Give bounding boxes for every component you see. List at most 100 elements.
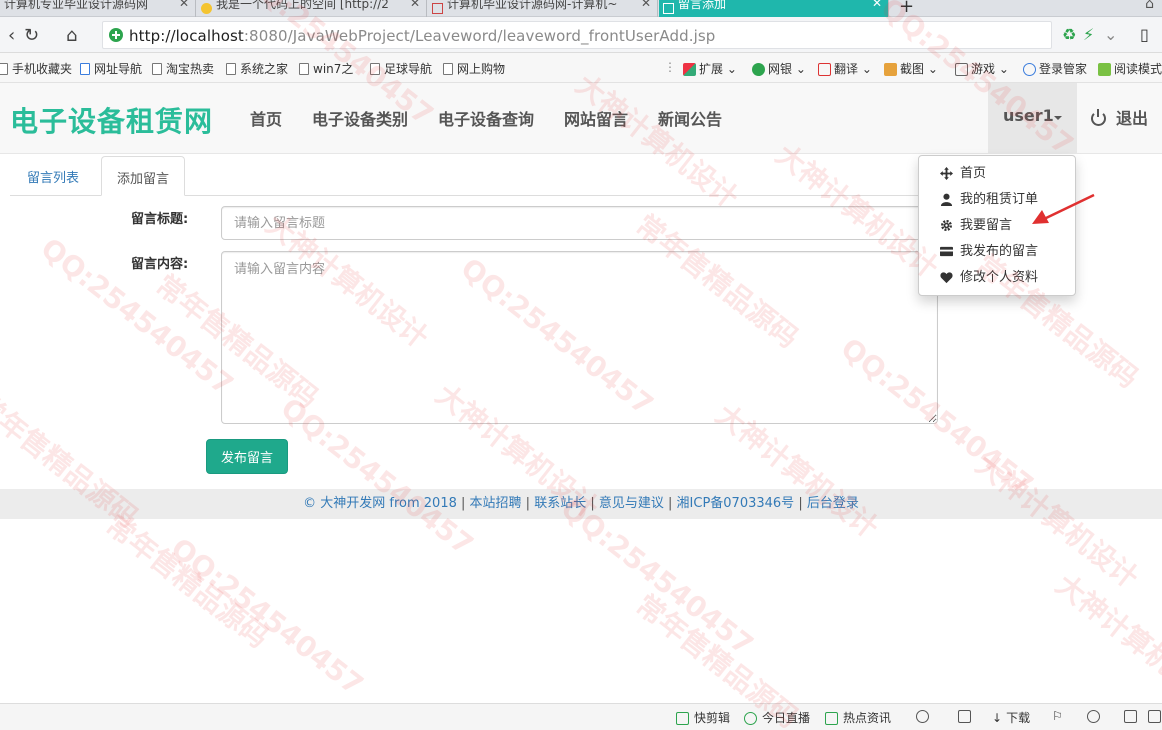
dropdown-item-home[interactable]: 首页: [919, 161, 1075, 187]
footer-link[interactable]: 湘ICP备0703346号: [677, 496, 795, 511]
refresh-green-icon[interactable]: ♻: [1062, 25, 1076, 44]
url-input[interactable]: http://localhost:8080/JavaWebProject/Lea…: [102, 21, 1052, 49]
bookmark-item[interactable]: 网址导航: [80, 60, 142, 77]
news-icon: [825, 712, 838, 725]
tab-label: 计算机专业毕业设计源码网: [4, 0, 149, 11]
user-menu-toggle[interactable]: user1: [988, 83, 1077, 154]
reload-icon[interactable]: ↻: [24, 25, 39, 46]
page-icon: [80, 63, 90, 75]
phone-icon[interactable]: ▯: [1140, 25, 1149, 44]
nav-news[interactable]: 新闻公告: [658, 106, 722, 130]
bookmark-item[interactable]: 手机收藏夹: [0, 60, 72, 77]
browser-tab-active[interactable]: 留言添加 ✕: [659, 0, 889, 17]
pin-icon: [958, 710, 971, 723]
footer-link[interactable]: 联系站长: [534, 496, 586, 511]
lightning-icon[interactable]: ⚡: [1083, 25, 1094, 44]
window-icon: [1124, 710, 1137, 723]
user-dropdown-menu: 首页 我的租赁订单 我要留言 我发布的留言 修改个人资料: [918, 155, 1076, 296]
statusbar-download[interactable]: ↓ 下载: [992, 709, 1030, 726]
book-icon: [1098, 63, 1111, 76]
page-icon: [432, 3, 443, 14]
bookmark-login[interactable]: 登录管家: [1023, 60, 1087, 77]
close-icon[interactable]: ✕: [410, 0, 420, 9]
footer-link[interactable]: 意见与建议: [599, 496, 664, 511]
content-label: 留言内容:: [131, 257, 189, 272]
title-input[interactable]: [221, 206, 938, 240]
statusbar-news[interactable]: 热点资讯: [825, 709, 891, 726]
bookmark-item[interactable]: 淘宝热卖: [152, 60, 214, 77]
nav-device-search[interactable]: 电子设备查询: [438, 106, 534, 130]
panel-icon: [1148, 710, 1161, 723]
back-icon[interactable]: ‹: [8, 25, 15, 46]
flag-icon: ⚐: [1052, 709, 1063, 723]
browser-tab[interactable]: 计算机毕业设计源码网-计算机~ ✕: [428, 0, 658, 17]
close-icon[interactable]: ✕: [179, 0, 189, 9]
tab-message-list[interactable]: 留言列表: [12, 156, 94, 196]
statusbar-window[interactable]: [1124, 709, 1142, 723]
statusbar-refresh[interactable]: [916, 709, 934, 723]
bookmark-screenshot[interactable]: 截图 ⌄: [884, 60, 938, 77]
extension-icon: [683, 63, 696, 76]
watermark-text: 大神计算机设计: [969, 447, 1145, 595]
browser-tab[interactable]: 我是一个代码上的空间 [http://2 ✕: [197, 0, 427, 17]
more-icon[interactable]: ⋮: [664, 60, 676, 74]
close-icon[interactable]: ✕: [872, 0, 882, 9]
statusbar-pin[interactable]: [958, 709, 976, 723]
move-icon: [940, 167, 953, 180]
star-icon: [201, 3, 212, 14]
download-icon: ↓: [992, 711, 1003, 725]
footer-link[interactable]: 后台登录: [807, 496, 859, 511]
statusbar-flag[interactable]: ⚐: [1052, 709, 1063, 723]
page-icon: [299, 63, 309, 75]
bookmark-translate[interactable]: 翻译 ⌄: [818, 60, 872, 77]
red-arrow-annotation: [1032, 193, 1095, 224]
bookmark-item[interactable]: win7之: [299, 60, 353, 77]
site-navbar: 电子设备租赁网 首页 电子设备类别 电子设备查询 网站留言 新闻公告 user1…: [0, 83, 1162, 154]
username: user1: [1003, 106, 1054, 125]
tab-add-message[interactable]: 添加留言: [101, 156, 186, 196]
bookmark-item[interactable]: 网上购物: [443, 60, 505, 77]
submit-button[interactable]: 发布留言: [206, 439, 288, 474]
bookmark-reader[interactable]: 阅读模式: [1098, 60, 1162, 77]
tab-label: 计算机毕业设计源码网-计算机~: [447, 0, 618, 11]
bookmark-extension[interactable]: 扩展 ⌄: [683, 60, 737, 77]
statusbar-ie[interactable]: [1087, 709, 1105, 723]
nav-home[interactable]: 首页: [250, 106, 282, 130]
content-textarea[interactable]: [221, 251, 938, 424]
dropdown-item-profile[interactable]: 修改个人资料: [919, 265, 1075, 291]
refresh-icon: [916, 710, 929, 723]
footer-link[interactable]: 本站招聘: [470, 496, 522, 511]
translate-icon: [818, 63, 831, 76]
chevron-down-icon[interactable]: ⌄: [1104, 25, 1117, 44]
bookmark-item[interactable]: 系统之家: [226, 60, 288, 77]
nav-guestbook[interactable]: 网站留言: [564, 106, 628, 130]
statusbar-live[interactable]: 今日直播: [744, 709, 810, 726]
power-icon: [1091, 109, 1106, 126]
user-icon: [940, 193, 953, 206]
bookmark-item[interactable]: 足球导航: [370, 60, 432, 77]
gamepad-icon: [955, 63, 968, 76]
statusbar-quick-clip[interactable]: 快剪辑: [676, 709, 730, 726]
scissors-icon: [676, 712, 689, 725]
bank-icon: [752, 63, 765, 76]
statusbar-more[interactable]: [1148, 709, 1162, 723]
close-icon[interactable]: ✕: [641, 0, 651, 9]
new-tab-icon[interactable]: +: [899, 0, 914, 17]
browser-tab[interactable]: 计算机专业毕业设计源码网 ✕: [0, 0, 196, 17]
tab-label: 我是一个代码上的空间 [http://2: [216, 0, 389, 11]
caret-down-icon: [1054, 116, 1062, 120]
nav-device-category[interactable]: 电子设备类别: [312, 106, 408, 130]
dropdown-item-my-messages[interactable]: 我发布的留言: [919, 239, 1075, 265]
logout-link[interactable]: 退出: [1091, 105, 1148, 129]
bookmarks-bar: 手机收藏夹 网址导航 淘宝热卖 系统之家 win7之 足球导航 网上购物 ⋮ 扩…: [0, 53, 1162, 83]
bookmark-games[interactable]: 游戏 ⌄: [955, 60, 1009, 77]
bookmark-bank[interactable]: 网银 ⌄: [752, 60, 806, 77]
browser-statusbar: 快剪辑 今日直播 热点资讯 ↓ 下载 ⚐: [0, 703, 1162, 730]
site-footer: © 大神开发网 from 2018 | 本站招聘 | 联系站长 | 意见与建议 …: [0, 489, 1162, 519]
cog-icon: [941, 220, 952, 231]
site-brand[interactable]: 电子设备租赁网: [10, 100, 213, 140]
browser-tabstrip: 计算机专业毕业设计源码网 ✕ 我是一个代码上的空间 [http://2 ✕ 计算…: [0, 0, 1162, 17]
secure-icon: [109, 28, 123, 42]
home-icon[interactable]: ⌂: [66, 25, 77, 46]
window-restore-icon[interactable]: ⌂: [1145, 0, 1154, 12]
